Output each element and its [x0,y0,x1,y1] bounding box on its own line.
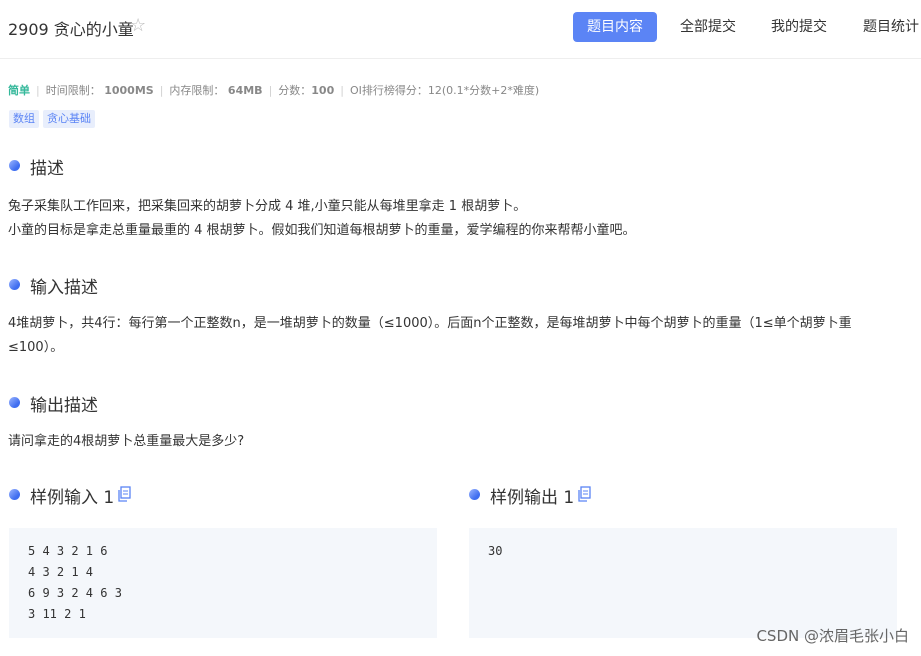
bullet-icon [469,489,480,500]
time-limit-value: 1000MS [104,84,154,97]
description-line: 兔子采集队工作回来，把采集回来的胡萝卜分成 4 堆,小童只能从每堆里拿走 1 根… [8,199,527,214]
code-line: 4 3 2 1 4 [28,565,94,579]
section-title: 输入描述 [30,278,98,298]
copy-icon[interactable] [577,486,591,502]
rank-score-value: 12(0.1*分数+2*难度) [427,84,540,97]
bullet-icon [9,489,20,500]
tab-all-submissions[interactable]: 全部提交 [680,12,736,42]
problem-title: 2909 贪心的小童 [8,20,134,39]
code-line: 30 [488,544,503,558]
star-icon[interactable]: ☆ [130,15,146,36]
bullet-icon [9,397,20,408]
sample-output-box: 30 [469,528,897,638]
section-title: 描述 [30,159,64,179]
score-value: 100 [311,84,335,97]
input-line: ≤100）。 [8,340,64,355]
section-title: 样例输出 1 [490,488,575,508]
bullet-icon [9,279,20,290]
output-line: 请问拿走的4根胡萝卜总重量最大是多少? [8,434,245,449]
header-bar: 2909 贪心的小童 ☆ 题目内容 全部提交 我的提交 题目统计 [0,0,921,59]
tab-problem-stats[interactable]: 题目统计 [863,12,919,42]
tab-my-submissions[interactable]: 我的提交 [771,12,827,42]
copy-icon[interactable] [117,486,131,502]
code-line: 5 4 3 2 1 6 [28,544,108,558]
memory-limit-label: 内存限制： [169,84,225,97]
input-line: 4堆胡萝卜，共4行：每行第一个正整数n，是一堆胡萝卜的数量（≤1000）。后面n… [8,316,852,331]
memory-limit-value: 64MB [227,84,263,97]
problem-meta: 简单 | 时间限制： 1000MS | 内存限制： 64MB | 分数：100 | OI排行榜得… [8,84,540,97]
sample-input-box: 5 4 3 2 1 6 4 3 2 1 4 6 9 3 2 4 6 3 3 11… [9,528,437,638]
section-title: 样例输入 1 [30,488,115,508]
input-description-text: 4堆胡萝卜，共4行：每行第一个正整数n，是一堆胡萝卜的数量（≤1000）。后面n… [8,312,916,360]
output-description-text: 请问拿走的4根胡萝卜总重量最大是多少? [8,430,916,454]
difficulty-badge: 简单 [8,84,30,97]
tab-problem-content[interactable]: 题目内容 [573,12,657,42]
code-line: 6 9 3 2 4 6 3 [28,586,122,600]
score-label: 分数： [278,84,312,97]
section-sample-input-header: 样例输入 1 [9,483,209,508]
description-text: 兔子采集队工作回来，把采集回来的胡萝卜分成 4 堆,小童只能从每堆里拿走 1 根… [8,195,916,243]
watermark: CSDN @浓眉毛张小白 [756,627,909,645]
section-sample-output-header: 样例输出 1 [469,483,669,508]
section-title: 输出描述 [30,396,98,416]
tag-list: 数组 贪心基础 [9,107,99,128]
description-line: 小童的目标是拿走总重量最重的 4 根胡萝卜。假如我们知道每根胡萝卜的重量，爱学编… [8,223,636,238]
rank-score-label: OI排行榜得分： [349,84,428,97]
time-limit-label: 时间限制： [45,84,101,97]
code-line: 3 11 2 1 [28,607,86,621]
tag-array[interactable]: 数组 [9,110,39,128]
bullet-icon [9,160,20,171]
tag-greedy-basics[interactable]: 贪心基础 [43,110,95,128]
